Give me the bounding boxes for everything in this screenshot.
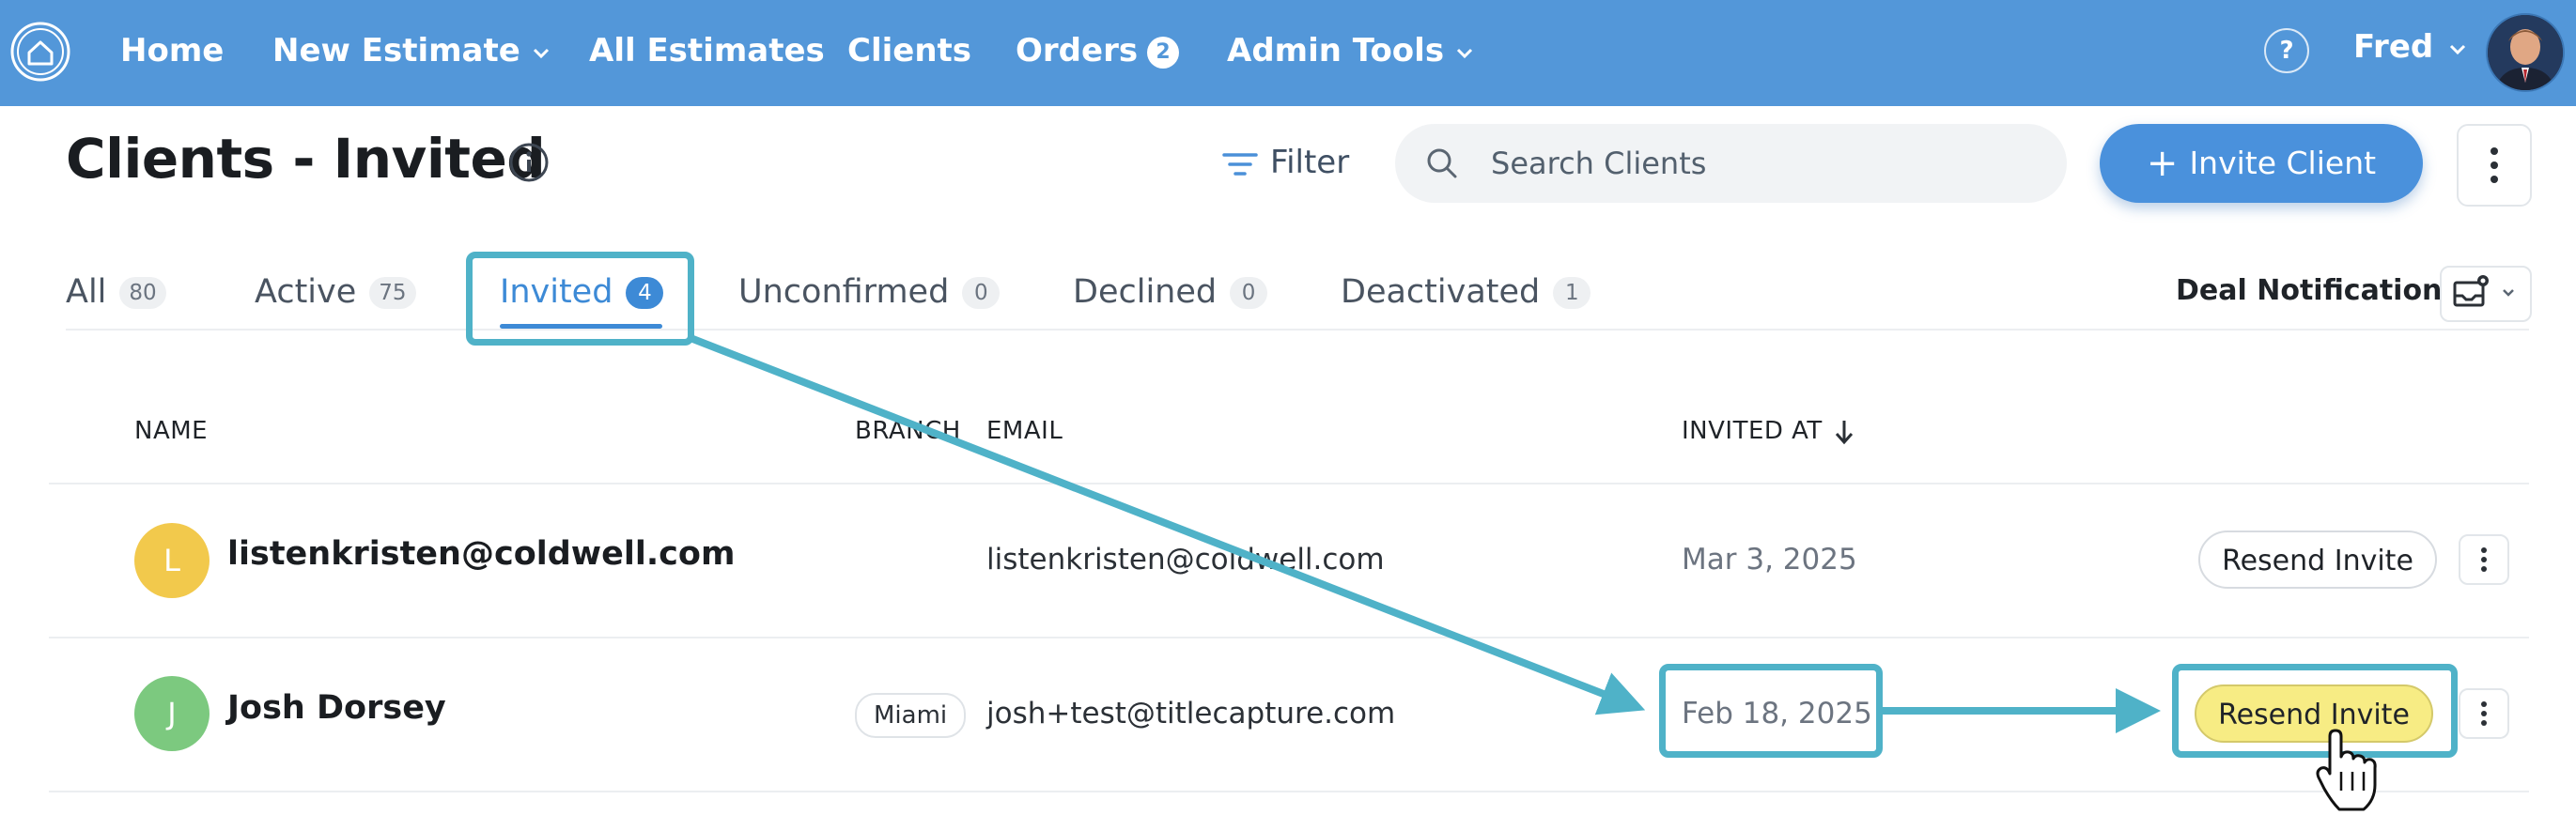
row-actions-button[interactable] — [2459, 688, 2509, 739]
nav-clients[interactable]: Clients — [847, 28, 971, 73]
tab-count: 75 — [369, 277, 416, 309]
column-branch[interactable]: BRANCH — [855, 417, 961, 445]
help-icon[interactable]: ? — [2264, 28, 2309, 73]
date-highlight-box — [1659, 664, 1883, 758]
search-placeholder: Search Clients — [1491, 146, 1707, 181]
row-divider — [49, 791, 2529, 792]
tab-deactivated[interactable]: Deactivated 1 — [1341, 269, 1591, 315]
nav-admin-tools[interactable]: Admin Tools — [1227, 28, 1476, 73]
filter-icon — [1222, 152, 1258, 176]
tabs-divider — [66, 329, 2529, 331]
tab-declined[interactable]: Declined 0 — [1073, 269, 1268, 315]
client-avatar: L — [134, 523, 209, 598]
user-avatar[interactable] — [2486, 13, 2565, 92]
row-actions-button[interactable] — [2459, 534, 2509, 585]
filter-button[interactable]: Filter — [1221, 141, 1349, 184]
client-email: listenkristen@coldwell.com — [986, 543, 1385, 577]
tab-count: 0 — [962, 277, 1001, 309]
top-nav: Home New Estimate All Estimates Clients … — [0, 0, 2576, 106]
tab-active[interactable]: Active 75 — [255, 269, 416, 315]
chevron-down-icon — [533, 48, 549, 58]
page-title: Clients - Invited — [66, 127, 546, 191]
tab-count: 80 — [119, 277, 166, 309]
branch-chip: Miami — [855, 693, 967, 738]
client-name[interactable]: Josh Dorsey — [227, 689, 446, 727]
arrow-tab-to-date — [689, 334, 1646, 715]
column-email[interactable]: EMAIL — [986, 417, 1063, 445]
nav-orders[interactable]: Orders 2 — [1016, 28, 1180, 73]
nav-new-estimate[interactable]: New Estimate — [272, 28, 552, 73]
orders-count-badge: 2 — [1147, 36, 1180, 69]
tab-count: 0 — [1230, 277, 1268, 309]
deal-notifications-button[interactable] — [2440, 266, 2532, 322]
client-name[interactable]: listenkristen@coldwell.com — [227, 535, 735, 573]
more-options-button[interactable] — [2457, 124, 2532, 207]
client-avatar: J — [134, 676, 209, 751]
nav-home[interactable]: Home — [120, 28, 224, 73]
info-icon[interactable] — [507, 141, 551, 184]
row-divider — [49, 637, 2529, 638]
notification-settings-icon — [2453, 275, 2514, 307]
resend-invite-button[interactable]: Resend Invite — [2198, 531, 2437, 589]
row-divider — [49, 483, 2529, 484]
kebab-icon — [2491, 147, 2498, 183]
client-email: josh+test@titlecapture.com — [986, 697, 1396, 730]
kebab-icon — [2481, 701, 2487, 726]
search-input[interactable]: Search Clients — [1395, 124, 2067, 203]
column-name[interactable]: NAME — [134, 417, 208, 445]
user-menu[interactable]: Fred — [2353, 28, 2469, 66]
tab-highlight-box — [466, 252, 694, 346]
plus-icon: + — [2146, 142, 2179, 185]
column-invited-at[interactable]: INVITED AT — [1682, 417, 1856, 446]
tab-all[interactable]: All 80 — [66, 269, 166, 315]
nav-all-estimates[interactable]: All Estimates — [589, 28, 825, 73]
chevron-down-icon — [2450, 44, 2466, 54]
tab-unconfirmed[interactable]: Unconfirmed 0 — [738, 269, 1001, 315]
user-photo-icon — [2488, 15, 2563, 90]
search-icon — [1427, 148, 1457, 178]
resend-highlight-box — [2172, 664, 2458, 758]
kebab-icon — [2481, 547, 2487, 572]
invite-client-button[interactable]: + Invite Client — [2100, 124, 2423, 203]
home-logo-icon[interactable] — [9, 21, 71, 83]
deal-notifications-label: Deal Notifications — [2176, 274, 2460, 307]
tab-count: 1 — [1553, 277, 1591, 309]
chevron-down-icon — [1457, 48, 1473, 58]
sort-down-arrow-icon — [1835, 420, 1853, 444]
invited-date: Mar 3, 2025 — [1682, 543, 1857, 577]
